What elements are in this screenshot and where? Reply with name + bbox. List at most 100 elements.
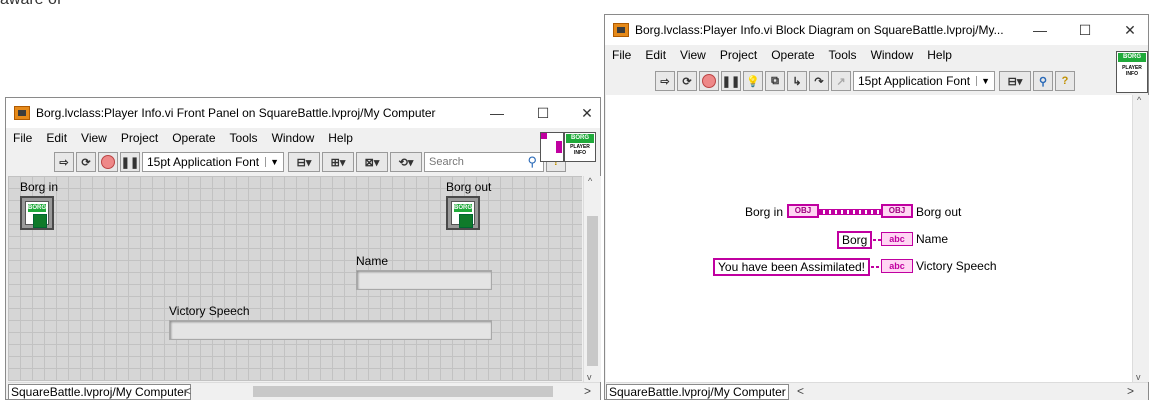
vertical-scroll-thumb[interactable]	[1136, 115, 1146, 365]
run-continuously-icon[interactable]: ⟳	[76, 152, 96, 172]
scroll-down-icon[interactable]: v	[1136, 372, 1141, 382]
highlight-execution-icon[interactable]: 💡	[743, 71, 763, 91]
menu-view[interactable]: View	[673, 45, 713, 65]
victory-speech-terminal-label: Victory Speech	[916, 259, 997, 273]
name-indicator[interactable]	[356, 270, 492, 290]
borg-in-terminal[interactable]: OBJ	[787, 204, 819, 218]
maximize-button[interactable]: ☐	[1070, 19, 1100, 41]
chevron-down-icon: ▼	[265, 157, 279, 167]
minimize-button[interactable]: —	[482, 102, 512, 124]
menu-tools[interactable]: Tools	[822, 45, 864, 65]
vi-icon-title: BORG	[1118, 53, 1146, 62]
menu-tools[interactable]: Tools	[223, 128, 265, 148]
menu-operate[interactable]: Operate	[165, 128, 222, 148]
menu-project[interactable]: Project	[713, 45, 764, 65]
menu-file[interactable]: File	[6, 128, 39, 148]
menu-project[interactable]: Project	[114, 128, 165, 148]
borg-out-label: Borg out	[446, 180, 492, 194]
scroll-right-icon[interactable]: >	[584, 384, 591, 398]
victory-speech-terminal[interactable]: abc	[881, 259, 913, 273]
menu-window[interactable]: Window	[265, 128, 322, 148]
reorder-icon[interactable]: ⟲▾	[390, 152, 422, 172]
help-icon[interactable]: ?	[1055, 71, 1075, 91]
labview-app-icon	[14, 106, 30, 120]
connector-pane-icon[interactable]	[540, 132, 564, 162]
block-diagram-menubar: File Edit View Project Operate Tools Win…	[605, 45, 959, 65]
scroll-up-icon[interactable]: ^	[1137, 95, 1141, 105]
abort-icon[interactable]	[699, 71, 719, 91]
front-panel-toolbar: ⇨ ⟳ ❚❚ 15pt Application Font ▼ ⊟▾ ⊞▾ ⊠▾ ⟲…	[54, 150, 568, 174]
borg-out-terminal[interactable]: OBJ	[881, 204, 913, 218]
resize-objects-icon[interactable]: ⊠▾	[356, 152, 388, 172]
scroll-left-icon[interactable]: <	[184, 384, 191, 398]
retain-wire-values-icon[interactable]: ⧉	[765, 71, 785, 91]
run-arrow-icon[interactable]: ⇨	[655, 71, 675, 91]
front-panel-title: Borg.lvclass:Player Info.vi Front Panel …	[36, 106, 436, 120]
front-panel-canvas[interactable]	[8, 176, 582, 381]
scroll-right-icon[interactable]: >	[1127, 384, 1134, 398]
vertical-scroll-thumb[interactable]	[587, 216, 598, 366]
borg-out-terminal-label: Borg out	[916, 205, 962, 219]
step-into-icon[interactable]: ↳	[787, 71, 807, 91]
string-wire[interactable]	[873, 239, 881, 241]
obj-tag: OBJ	[794, 206, 812, 215]
block-diagram-toolbar: ⇨ ⟳ ❚❚ 💡 ⧉ ↳ ↷ ↗ 15pt Application Font ▼ …	[655, 69, 1077, 93]
vi-icon[interactable]: BORG PLAYER INFO	[564, 132, 596, 162]
class-wire[interactable]	[819, 209, 881, 215]
menu-edit[interactable]: Edit	[39, 128, 74, 148]
font-selector[interactable]: 15pt Application Font ▼	[142, 152, 284, 172]
run-continuously-icon[interactable]: ⟳	[677, 71, 697, 91]
scroll-up-icon[interactable]: ^	[588, 176, 592, 186]
menu-edit[interactable]: Edit	[638, 45, 673, 65]
menu-help[interactable]: Help	[321, 128, 360, 148]
menu-file[interactable]: File	[605, 45, 638, 65]
align-objects-icon[interactable]: ⊟▾	[288, 152, 320, 172]
menu-view[interactable]: View	[74, 128, 114, 148]
maximize-button[interactable]: ☐	[528, 102, 558, 124]
pause-icon[interactable]: ❚❚	[120, 152, 140, 172]
name-terminal[interactable]: abc	[881, 232, 913, 246]
vi-icon-title: BORG	[566, 134, 594, 143]
vertical-scrollbar[interactable]: ^ v	[1132, 95, 1149, 382]
name-label: Name	[356, 254, 389, 268]
vi-icon-subtitle: PLAYER INFO	[1122, 65, 1142, 77]
distribute-objects-icon[interactable]: ⊞▾	[322, 152, 354, 172]
string-wire[interactable]	[871, 266, 881, 268]
block-diagram-titlebar: Borg.lvclass:Player Info.vi Block Diagra…	[605, 15, 1148, 45]
minimize-button[interactable]: —	[1025, 19, 1055, 41]
victory-speech-label: Victory Speech	[169, 304, 250, 318]
chevron-down-icon: ▼	[976, 76, 990, 86]
horizontal-scroll-thumb[interactable]	[253, 386, 553, 397]
block-diagram-window: Borg.lvclass:Player Info.vi Block Diagra…	[604, 14, 1149, 400]
step-over-icon[interactable]: ↷	[809, 71, 829, 91]
speech-string-constant[interactable]: You have been Assimilated!	[713, 258, 870, 276]
victory-speech-indicator[interactable]	[169, 320, 492, 340]
align-objects-icon[interactable]: ⊟▾	[999, 71, 1031, 91]
menu-help[interactable]: Help	[920, 45, 959, 65]
scroll-left-icon[interactable]: <	[797, 384, 804, 398]
search-placeholder: Search	[429, 156, 464, 168]
abort-icon[interactable]	[98, 152, 118, 172]
pause-icon[interactable]: ❚❚	[721, 71, 741, 91]
scroll-down-icon[interactable]: v	[587, 372, 592, 382]
borg-out-indicator[interactable]: BORG	[446, 196, 480, 230]
search-input[interactable]: Search ⚲	[424, 152, 544, 172]
font-selector[interactable]: 15pt Application Font ▼	[853, 71, 995, 91]
borg-in-banner: BORG	[28, 204, 46, 212]
search-icon[interactable]: ⚲	[1033, 71, 1053, 91]
menu-window[interactable]: Window	[864, 45, 921, 65]
borg-in-control[interactable]: BORG	[20, 196, 54, 230]
close-button[interactable]: ✕	[1115, 19, 1145, 41]
borg-string-constant[interactable]: Borg	[837, 231, 873, 249]
abc-tag: abc	[889, 234, 905, 244]
close-button[interactable]: ✕	[572, 102, 602, 124]
borg-in-terminal-label: Borg in	[745, 205, 784, 219]
vertical-scrollbar[interactable]: ^ v	[583, 176, 601, 382]
run-arrow-icon[interactable]: ⇨	[54, 152, 74, 172]
vi-icon[interactable]: BORG PLAYER INFO	[1116, 51, 1148, 93]
project-path: SquareBattle.lvproj/My Computer	[606, 384, 789, 400]
step-out-icon[interactable]: ↗	[831, 71, 851, 91]
menu-operate[interactable]: Operate	[764, 45, 821, 65]
connector-terminal	[556, 141, 562, 153]
front-panel-menubar: File Edit View Project Operate Tools Win…	[6, 128, 360, 148]
